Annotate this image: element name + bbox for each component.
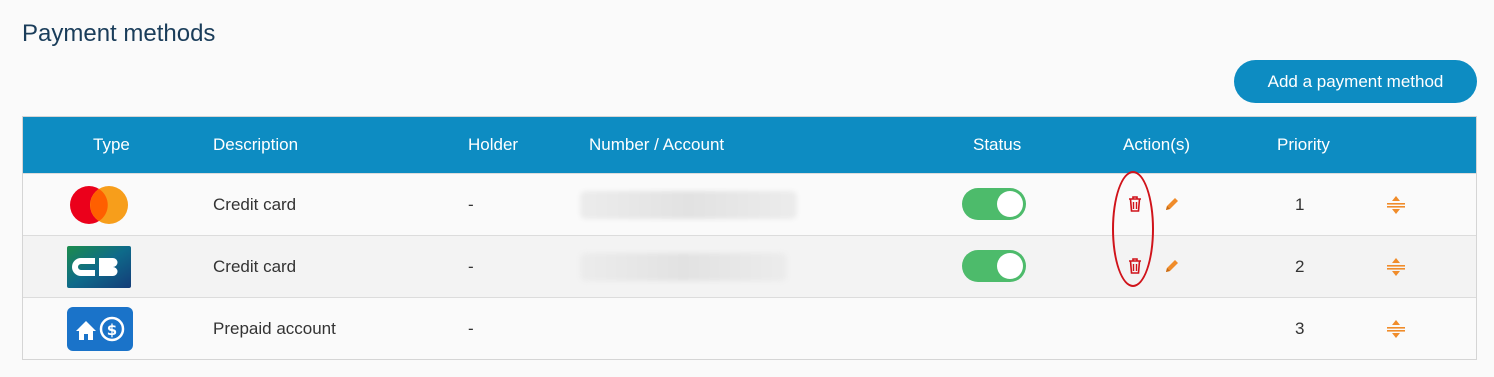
header-holder: Holder (468, 135, 519, 154)
row-priority: 1 (1295, 194, 1305, 214)
reorder-drag-icon[interactable] (1386, 195, 1406, 220)
header-number: Number / Account (589, 135, 725, 154)
redacted-account-number (580, 253, 787, 281)
header-description: Description (213, 135, 299, 154)
prepaid-account-icon: $ (67, 298, 133, 359)
delete-trash-icon[interactable] (1127, 195, 1143, 218)
row-description: Credit card (213, 194, 297, 214)
row-description: Prepaid account (213, 318, 336, 338)
header-status: Status (973, 135, 1022, 154)
mastercard-logo-icon (67, 174, 131, 235)
row-holder: - (468, 256, 474, 276)
status-toggle[interactable] (962, 250, 1026, 282)
reorder-drag-icon[interactable] (1386, 319, 1406, 344)
status-toggle[interactable] (962, 188, 1026, 220)
redacted-account-number (580, 191, 797, 219)
svg-text:$: $ (107, 321, 117, 339)
row-holder: - (468, 194, 474, 214)
reorder-drag-icon[interactable] (1386, 257, 1406, 282)
add-payment-method-button[interactable]: Add a payment method (1234, 60, 1477, 103)
page-title: Payment methods (22, 20, 216, 47)
row-description: Credit card (213, 256, 297, 276)
table-row: Credit card - 2 (23, 235, 1476, 297)
delete-trash-icon[interactable] (1127, 257, 1143, 280)
payment-methods-table: Type Description Holder Number / Account… (22, 116, 1477, 360)
row-holder: - (468, 318, 474, 338)
edit-pencil-icon[interactable] (1163, 257, 1181, 280)
header-type: Type (93, 135, 130, 154)
table-row: $ Prepaid account - 3 (23, 297, 1476, 359)
row-priority: 3 (1295, 318, 1305, 338)
row-priority: 2 (1295, 256, 1305, 276)
cb-logo-icon (67, 236, 131, 297)
header-priority: Priority (1277, 135, 1330, 154)
edit-pencil-icon[interactable] (1163, 195, 1181, 218)
header-actions: Action(s) (1123, 135, 1191, 154)
table-row: Credit card - 1 (23, 173, 1476, 235)
table-header: Type Description Holder Number / Account… (23, 117, 1476, 173)
